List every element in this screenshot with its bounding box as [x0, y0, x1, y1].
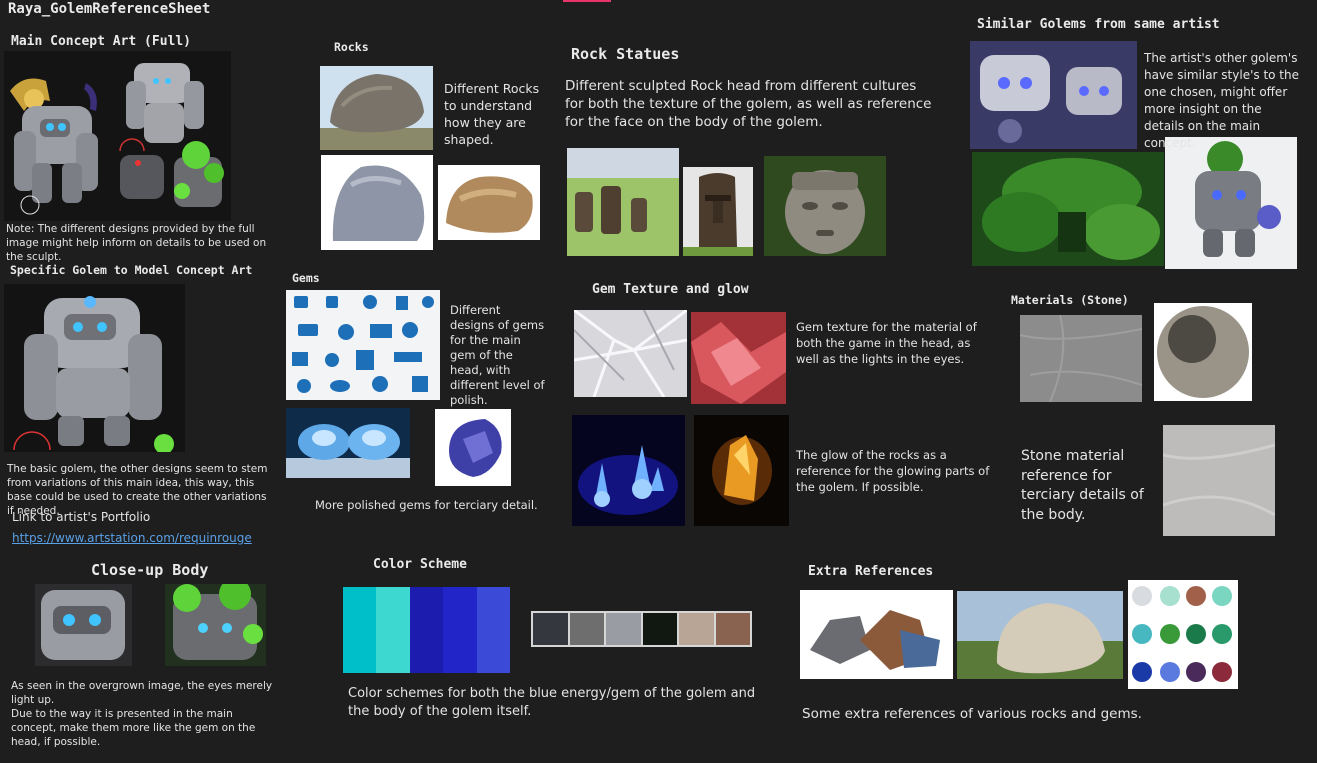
rocks-title: Rocks [334, 40, 369, 54]
material-image-stone-texture [1163, 425, 1275, 536]
closeup-title: Close-up Body [91, 561, 209, 579]
material-image-stone-slab [1020, 315, 1142, 402]
statue-image-olmec-head [764, 156, 886, 256]
material-image-stone-sphere [1154, 303, 1252, 401]
extra-image-large-boulder [957, 591, 1123, 679]
gem-texture-image-red-crystal [691, 312, 786, 404]
color-swatch [443, 587, 477, 673]
color-swatch [715, 613, 750, 645]
rock-statues-title: Rock Statues [571, 45, 680, 63]
extra-image-minerals [800, 590, 953, 679]
color-swatch [409, 587, 444, 673]
portfolio-link[interactable]: https://www.artstation.com/requinrouge [12, 531, 252, 545]
materials-desc: Stone material reference for terciary de… [1021, 448, 1144, 523]
closeup-image-stone [35, 584, 132, 666]
gem-texture-desc: Gem texture for the material of both the… [796, 320, 977, 366]
materials-title: Materials (Stone) [1011, 293, 1129, 307]
gem-texture-image-diamond [574, 310, 687, 397]
similar-desc: The artist's other golem's have similar … [1144, 51, 1299, 150]
color-swatch [569, 613, 604, 645]
gems-image-collection [286, 290, 440, 400]
color-scheme-title: Color Scheme [373, 557, 467, 572]
extra-image-gem-grid [1128, 580, 1238, 689]
gem-texture-title: Gem Texture and glow [592, 282, 749, 297]
main-concept-title: Main Concept Art (Full) [11, 34, 192, 49]
main-concept-note: Note: The different designs provided by … [6, 223, 267, 263]
rock-image-boulder [320, 66, 433, 150]
rock-statues-desc: Different sculpted Rock head from differ… [565, 78, 932, 130]
closeup-image-overgrown [165, 584, 266, 666]
color-swatch [533, 613, 568, 645]
portfolio-link-label: Link to artist's Portfolio [12, 510, 151, 524]
rock-image-sandstone [438, 165, 540, 240]
statue-image-moai-field [567, 148, 679, 256]
color-swatch [679, 613, 714, 645]
similar-image-green-golem [1165, 137, 1297, 269]
gem-glow-image-blue-crystals [572, 415, 685, 526]
extra-title: Extra References [808, 564, 934, 579]
gems-image-sapphire [435, 409, 511, 486]
specific-golem-image [4, 284, 185, 452]
similar-title: Similar Golems from same artist [977, 17, 1220, 32]
blue-palette [343, 587, 510, 673]
gem-glow-desc: The glow of the rocks as a reference for… [796, 448, 990, 494]
color-swatch [376, 587, 410, 673]
body-palette [531, 611, 752, 647]
closeup-desc: As seen in the overgrown image, the eyes… [11, 680, 273, 748]
color-scheme-desc: Color schemes for both the blue energy/g… [348, 686, 756, 719]
extra-desc: Some extra references of various rocks a… [802, 706, 1142, 722]
gems-desc-polished: More polished gems for terciary detail. [315, 498, 538, 512]
statue-image-moai [683, 167, 753, 256]
tab-marker [563, 0, 611, 2]
similar-image-forest [972, 152, 1164, 266]
rocks-desc: Different Rocks to understand how they a… [444, 81, 540, 147]
color-swatch [606, 613, 641, 645]
similar-image-duo [970, 41, 1137, 149]
color-swatch [343, 587, 377, 673]
specific-golem-title: Specific Golem to Model Concept Art [10, 263, 253, 277]
main-concept-image [4, 51, 231, 221]
board-title: Raya_GolemReferenceSheet [8, 1, 211, 17]
gems-desc: Different designs of gems for the main g… [450, 303, 545, 407]
color-swatch [476, 587, 510, 673]
gems-image-polished-pair [286, 408, 410, 478]
gems-title: Gems [292, 271, 320, 285]
color-swatch [642, 613, 677, 645]
rock-image-grey [321, 155, 433, 250]
gem-glow-image-orange-crystal [694, 415, 789, 526]
